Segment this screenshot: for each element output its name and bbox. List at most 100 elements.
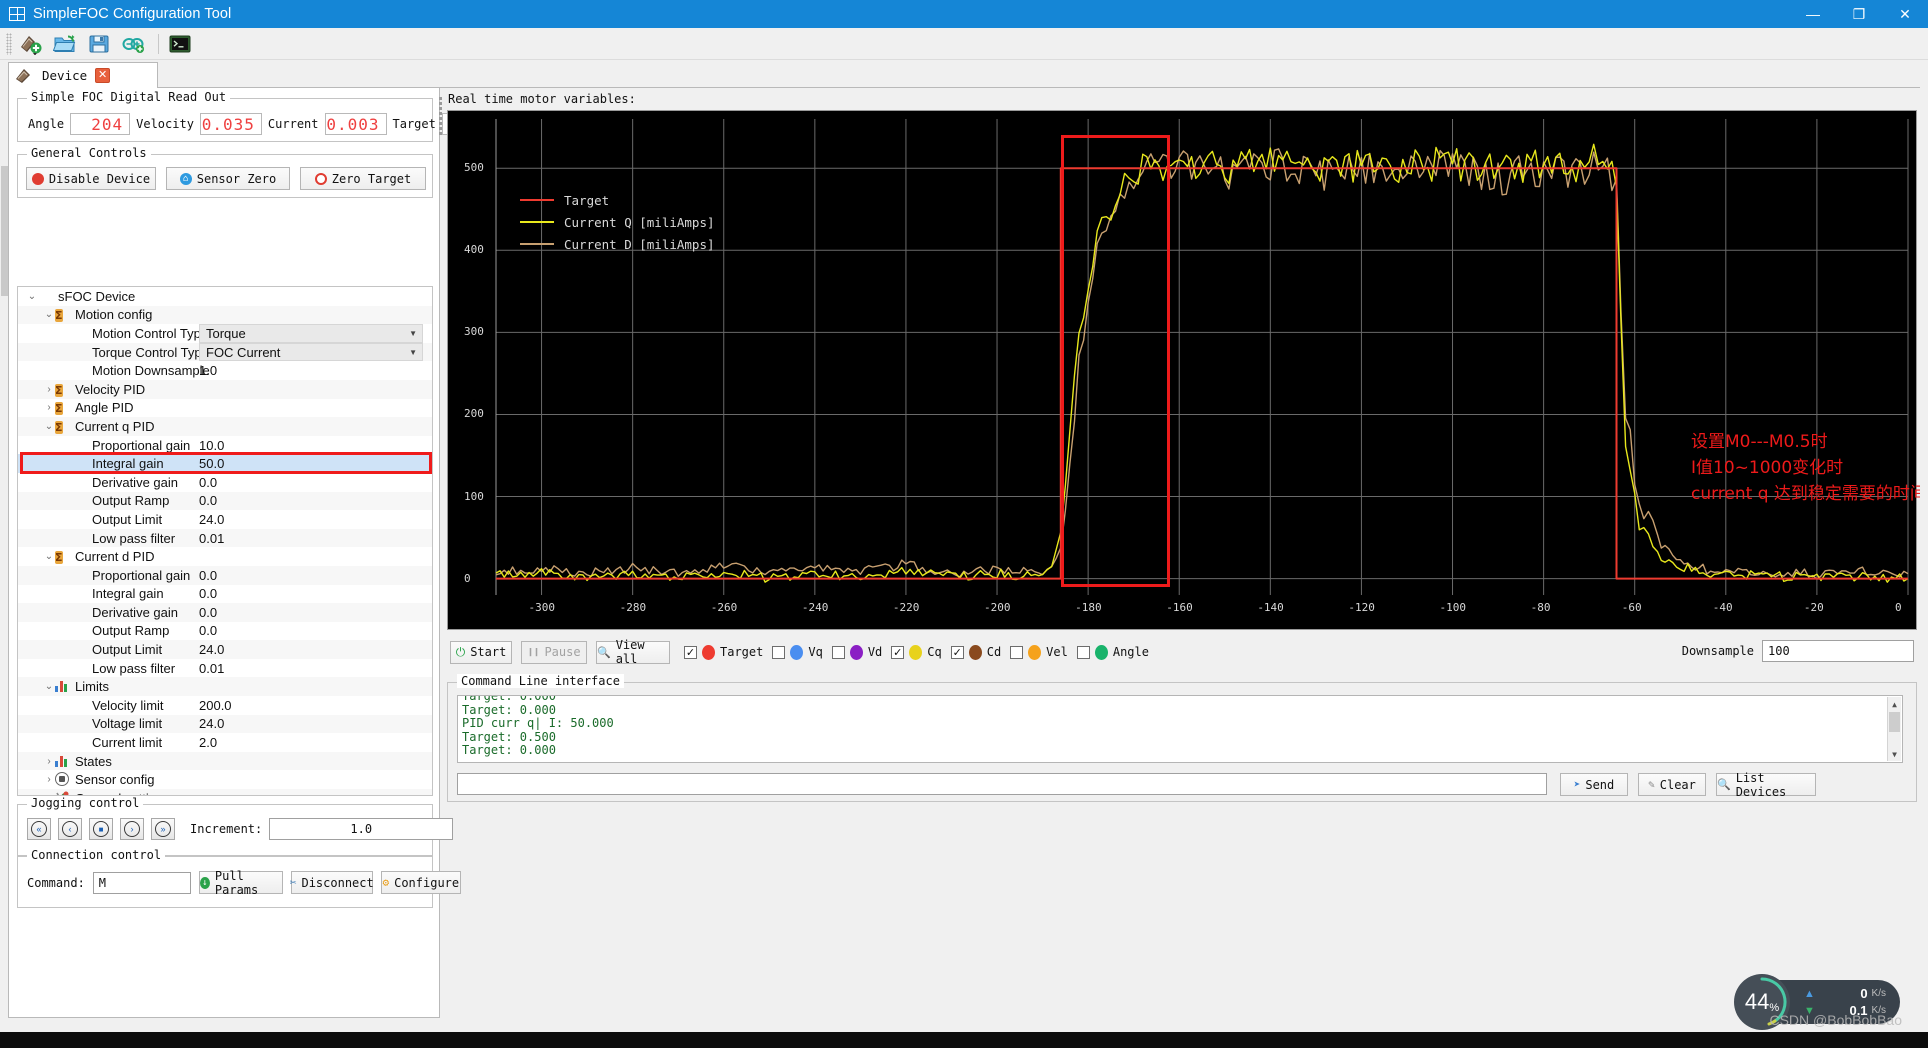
tree-node-label: Output Ramp <box>92 623 170 639</box>
tree-node[interactable]: Proportional gain 10.0 <box>18 436 432 455</box>
series-toggle-vd[interactable]: Vd <box>831 644 882 660</box>
cli-scroll-thumb[interactable] <box>1889 712 1900 732</box>
tree-expander[interactable]: › <box>43 402 55 413</box>
tree-node[interactable]: ⌄ Σ Motion config <box>18 305 432 325</box>
tree-node[interactable]: › States <box>18 751 432 771</box>
tree-node[interactable]: Motion Downsample 1.0 <box>18 361 432 380</box>
parameter-tree[interactable]: ⌄ sFOC Device ⌄ Σ Motion config Motion Contro… <box>17 286 433 796</box>
new-device-icon[interactable] <box>16 31 46 57</box>
checkbox[interactable] <box>831 645 845 659</box>
pause-button[interactable]: ❙❙ Pause <box>521 640 587 664</box>
cli-scrollbar[interactable]: ▲ ▼ <box>1887 697 1901 761</box>
tree-node[interactable]: Integral gain 0.0 <box>18 585 432 604</box>
tree-node[interactable]: Output Ramp 0.0 <box>18 491 432 511</box>
tree-node[interactable]: Current limit 2.0 <box>18 733 432 752</box>
pull-params-button[interactable]: ↓ Pull Params <box>198 868 283 897</box>
tree-node-combo[interactable]: Torque ▼ <box>199 324 423 343</box>
tree-node[interactable]: Torque Control Type FOC Current ▼ <box>18 342 432 362</box>
sensor-zero-button[interactable]: ⌂ Sensor Zero <box>166 167 290 190</box>
cli-output[interactable]: Target: 0.000 Target: 0.000 PID curr q| I:… <box>457 695 1903 763</box>
tree-expander[interactable]: ⌄ <box>43 309 55 320</box>
disable-device-button[interactable]: Disable Device <box>26 167 156 190</box>
checkbox[interactable] <box>1010 645 1024 659</box>
save-icon[interactable] <box>84 31 114 57</box>
tree-expander[interactable]: › <box>43 756 55 767</box>
arduino-connect-icon[interactable] <box>118 31 148 57</box>
scrollbar-thumb[interactable] <box>1 166 8 296</box>
tree-node[interactable]: ⌄ Limits <box>18 677 432 697</box>
checkbox[interactable] <box>1076 645 1090 659</box>
clear-button[interactable]: ✎ Clear <box>1638 773 1706 796</box>
checkbox[interactable]: ✓ <box>950 645 964 659</box>
tree-expander[interactable]: ⌄ <box>43 681 55 692</box>
tree-node[interactable]: Low pass filter 0.01 <box>18 528 432 548</box>
series-toggle-angle[interactable]: Angle <box>1076 644 1149 660</box>
jog-fast-back-button[interactable]: « <box>27 818 51 840</box>
command-input[interactable]: M <box>92 871 191 894</box>
close-button[interactable]: ✕ <box>1882 0 1928 28</box>
terminal-icon[interactable] <box>165 31 195 57</box>
tree-expander[interactable]: ⌄ <box>43 551 55 562</box>
tree-node[interactable]: ›General settings <box>18 789 432 795</box>
tree-node[interactable]: Integral gain 50.0 <box>18 454 432 473</box>
tree-node[interactable]: Output Limit 24.0 <box>18 640 432 659</box>
tree-node[interactable]: Velocity limit 200.0 <box>18 696 432 715</box>
series-color-dot <box>1094 644 1108 660</box>
maximize-button[interactable]: ❐ <box>1836 0 1882 28</box>
pull-params-label: Pull Params <box>214 868 259 897</box>
series-toggle-cd[interactable]: ✓ Cd <box>950 644 1001 660</box>
jog-stop-button[interactable]: ■ <box>89 818 113 840</box>
tree-node[interactable]: Output Limit 24.0 <box>18 510 432 529</box>
tree-node[interactable]: Motion Control Type Torque ▼ <box>18 324 432 343</box>
tree-node-combo[interactable]: FOC Current ▼ <box>199 342 423 362</box>
tree-node[interactable]: Low pass filter 0.01 <box>18 659 432 678</box>
window-vertical-scrollbar[interactable] <box>1920 88 1928 1018</box>
series-label: Vq <box>808 645 823 659</box>
tree-expander[interactable]: › <box>43 384 55 395</box>
tab-device[interactable]: Device ✕ <box>8 62 158 88</box>
tree-expander[interactable]: ⌄ <box>26 291 38 302</box>
tree-node[interactable]: Output Ramp 0.0 <box>18 622 432 641</box>
minimize-button[interactable]: — <box>1790 0 1836 28</box>
jog-back-button[interactable]: ‹ <box>58 818 82 840</box>
disconnect-button[interactable]: ✂ Disconnect <box>290 871 374 894</box>
tree-node[interactable]: › Sensor config <box>18 770 432 789</box>
sigma-icon: Σ <box>55 402 63 416</box>
double-chevron-left-icon: « <box>31 821 47 837</box>
tree-node[interactable]: Voltage limit 24.0 <box>18 714 432 734</box>
jog-fast-forward-button[interactable]: » <box>151 818 175 840</box>
series-toggle-vq[interactable]: Vq <box>772 644 823 660</box>
tree-expander[interactable]: › <box>43 774 55 785</box>
tree-node[interactable]: ⌄ sFOC Device <box>18 287 432 306</box>
start-button[interactable]: ⏻ Start <box>450 640 512 664</box>
realtime-chart[interactable]: 0 100 200 300 400 500 -300 -280 -260 -240 -220 -20… <box>447 110 1928 630</box>
cli-input[interactable] <box>457 773 1547 795</box>
downsample-input[interactable]: 100 <box>1762 640 1914 662</box>
series-toggle-vel[interactable]: Vel <box>1010 644 1068 660</box>
tab-close-icon[interactable]: ✕ <box>95 68 111 83</box>
tree-node[interactable]: Derivative gain 0.0 <box>18 603 432 622</box>
tree-node[interactable]: Proportional gain 0.0 <box>18 565 432 585</box>
toolbar-grip[interactable] <box>6 32 12 55</box>
tree-node[interactable]: › Σ Velocity PID <box>18 379 432 399</box>
series-toggle-cq[interactable]: ✓ Cq <box>891 644 942 660</box>
checkbox[interactable]: ✓ <box>891 645 905 659</box>
increment-input[interactable]: 1.0 <box>269 818 454 840</box>
checkbox[interactable] <box>772 645 786 659</box>
view-all-button[interactable]: 🔍 View all <box>596 638 670 666</box>
tree-node[interactable]: ⌄ Σ Current q PID <box>18 417 432 436</box>
jog-forward-button[interactable]: › <box>120 818 144 840</box>
panel-splitter[interactable] <box>438 95 443 295</box>
tree-node[interactable]: › Σ Angle PID <box>18 399 432 418</box>
tree-node[interactable]: Derivative gain 0.0 <box>18 473 432 492</box>
tree-node[interactable]: ⌄ Σ Current d PID <box>18 547 432 566</box>
checkbox[interactable]: ✓ <box>684 645 697 659</box>
tree-expander[interactable]: ⌄ <box>43 421 55 432</box>
scroll-up-icon[interactable]: ▲ <box>1888 697 1901 711</box>
list-devices-button[interactable]: 🔍 List Devices <box>1716 771 1816 799</box>
series-toggle-target[interactable]: ✓ Target <box>684 644 763 660</box>
zero-target-button[interactable]: Zero Target <box>300 167 426 190</box>
send-button[interactable]: ➤ Send <box>1560 773 1628 796</box>
scroll-down-icon[interactable]: ▼ <box>1888 747 1901 761</box>
open-folder-icon[interactable] <box>50 31 80 57</box>
